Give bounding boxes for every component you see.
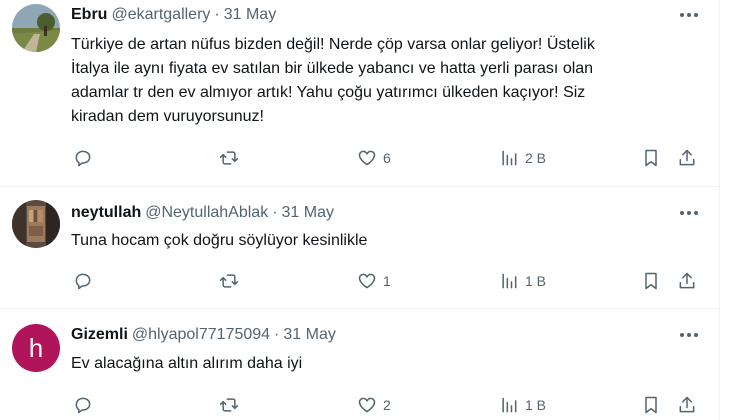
views-button[interactable]: 1 B bbox=[499, 269, 546, 293]
like-icon bbox=[358, 397, 376, 413]
reply-button[interactable] bbox=[73, 393, 93, 417]
tweet-actions: 6 2 B bbox=[71, 146, 711, 170]
share-button[interactable] bbox=[677, 269, 697, 293]
like-count: 2 bbox=[383, 397, 391, 413]
avatar-bookshelf-image bbox=[12, 200, 60, 248]
bookmark-icon bbox=[645, 149, 657, 167]
retweet-button[interactable] bbox=[219, 393, 239, 417]
bookmark-icon bbox=[645, 272, 657, 290]
avatar-letter: h bbox=[28, 332, 44, 363]
user-handle[interactable]: @NeytullahAblak bbox=[145, 204, 268, 222]
tweet-text-line: Türkiye de artan nüfus bizden değil! Ner… bbox=[71, 36, 595, 53]
share-icon bbox=[679, 272, 695, 289]
tweet-actions: 2 1 B bbox=[71, 393, 711, 417]
like-button[interactable]: 6 bbox=[357, 146, 391, 170]
views-count: 2 B bbox=[525, 150, 547, 166]
tweet-text: Tuna hocam çok doğru söylüyor kesinlikle bbox=[71, 229, 691, 253]
separator-dot: · bbox=[272, 204, 278, 221]
retweet-button[interactable] bbox=[219, 146, 239, 170]
like-icon bbox=[358, 150, 376, 166]
retweet-icon bbox=[219, 398, 239, 412]
tweet-header: Gizemli @hlyapol77175094 · 31 May bbox=[71, 325, 336, 345]
views-button[interactable]: 2 B bbox=[499, 146, 546, 170]
display-name[interactable]: Ebru bbox=[71, 6, 107, 24]
like-icon bbox=[358, 273, 376, 289]
reply-icon bbox=[75, 150, 91, 167]
tweet[interactable]: h Gizemli @hlyapol77175094 · 31 May Ev a… bbox=[0, 309, 720, 420]
views-button[interactable]: 1 B bbox=[499, 393, 546, 417]
reply-icon bbox=[75, 273, 91, 290]
tweet-text: Ev alacağına altın alırım daha iyi bbox=[71, 352, 691, 376]
more-options-button[interactable] bbox=[678, 325, 700, 345]
retweet-icon bbox=[219, 151, 239, 165]
avatar[interactable] bbox=[12, 200, 60, 248]
share-icon bbox=[679, 396, 695, 413]
tweet-text-line: Ev alacağına altın alırım daha iyi bbox=[71, 355, 303, 372]
reply-button[interactable] bbox=[73, 269, 93, 293]
display-name[interactable]: Gizemli bbox=[71, 326, 128, 344]
user-handle[interactable]: @ekartgallery bbox=[111, 6, 210, 24]
retweet-button[interactable] bbox=[219, 269, 239, 293]
views-count: 1 B bbox=[525, 397, 547, 413]
reply-icon bbox=[75, 397, 91, 414]
tweet-text-line: Tuna hocam çok doğru söylüyor kesinlikle bbox=[71, 232, 368, 249]
tweet-text-line: kiradan dem vuruyorsunuz! bbox=[71, 108, 264, 125]
share-button[interactable] bbox=[677, 146, 697, 170]
bookmark-icon bbox=[645, 396, 657, 414]
views-icon bbox=[502, 273, 517, 289]
more-icon bbox=[680, 13, 698, 17]
tweet-text-line: İtalya ile aynı fiyata ev satılan bir ül… bbox=[71, 60, 594, 77]
reply-button[interactable] bbox=[73, 146, 93, 170]
tweet[interactable]: Ebru @ekartgallery · 31 May Türkiye de a… bbox=[0, 0, 720, 186]
avatar[interactable]: h bbox=[12, 324, 60, 372]
views-icon bbox=[502, 150, 517, 166]
bookmark-button[interactable] bbox=[641, 269, 661, 293]
like-button[interactable]: 1 bbox=[357, 269, 391, 293]
avatar[interactable] bbox=[12, 4, 60, 52]
tweet[interactable]: neytullah @NeytullahAblak · 31 May Tuna … bbox=[0, 187, 720, 308]
tweet-header: neytullah @NeytullahAblak · 31 May bbox=[71, 203, 334, 223]
retweet-icon bbox=[219, 274, 239, 288]
display-name[interactable]: neytullah bbox=[71, 204, 141, 222]
tweet-actions: 1 1 B bbox=[71, 269, 711, 293]
bookmark-button[interactable] bbox=[641, 393, 661, 417]
share-button[interactable] bbox=[677, 393, 697, 417]
tweet-date[interactable]: 31 May bbox=[282, 204, 334, 222]
like-button[interactable]: 2 bbox=[357, 393, 391, 417]
tweet-text-line: adamlar tr den ev almıyor artık! Yahu ço… bbox=[71, 84, 586, 101]
tweet-date[interactable]: 31 May bbox=[283, 326, 335, 344]
tweet-text: Türkiye de artan nüfus bizden değil! Ner… bbox=[71, 33, 691, 129]
more-options-button[interactable] bbox=[678, 5, 700, 25]
user-handle[interactable]: @hlyapol77175094 bbox=[132, 326, 270, 344]
like-count: 1 bbox=[383, 273, 391, 289]
views-icon bbox=[502, 397, 517, 413]
like-count: 6 bbox=[383, 150, 391, 166]
separator-dot: · bbox=[214, 6, 220, 23]
more-icon bbox=[680, 333, 698, 337]
avatar-landscape-image bbox=[12, 4, 60, 52]
separator-dot: · bbox=[274, 326, 280, 343]
views-count: 1 B bbox=[525, 273, 547, 289]
share-icon bbox=[679, 149, 695, 166]
tweet-date[interactable]: 31 May bbox=[224, 6, 276, 24]
more-options-button[interactable] bbox=[678, 203, 700, 223]
bookmark-button[interactable] bbox=[641, 146, 661, 170]
tweet-header: Ebru @ekartgallery · 31 May bbox=[71, 5, 276, 25]
more-icon bbox=[680, 211, 698, 215]
